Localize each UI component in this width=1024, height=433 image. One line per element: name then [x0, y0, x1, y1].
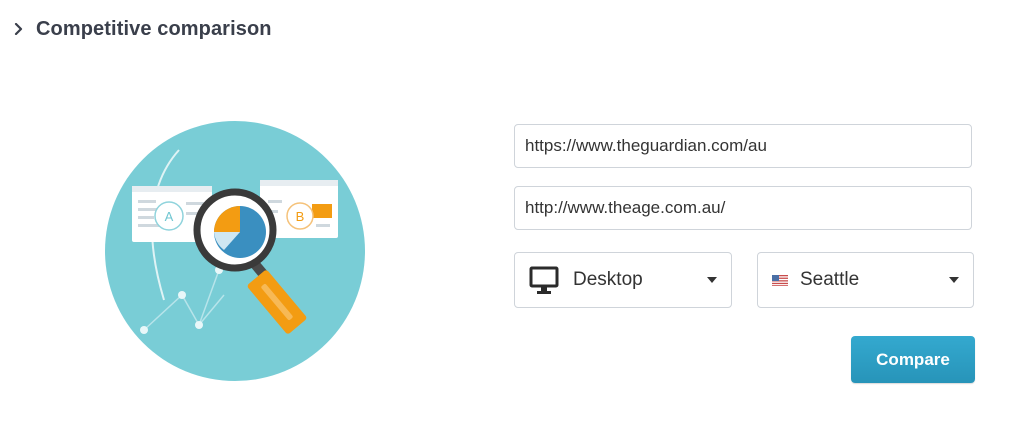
- magnifier-lens-icon: [193, 188, 277, 272]
- location-select[interactable]: Seattle: [757, 252, 974, 308]
- first-url-input[interactable]: [514, 124, 972, 168]
- comparison-illustration: A B: [104, 120, 366, 382]
- badge-b: B: [296, 209, 305, 224]
- us-flag-icon: [772, 274, 788, 286]
- desktop-monitor-icon: [529, 265, 559, 295]
- chevron-down-icon: [949, 277, 959, 283]
- chevron-right-icon[interactable]: [14, 23, 24, 35]
- device-select-value: Desktop: [573, 269, 643, 290]
- chevron-down-icon: [707, 277, 717, 283]
- second-url-input[interactable]: [514, 186, 972, 230]
- competitive-comparison-toggle[interactable]: Competitive comparison: [14, 14, 272, 44]
- compare-button[interactable]: Compare: [851, 336, 975, 383]
- badge-a: A: [165, 209, 174, 224]
- device-select[interactable]: Desktop: [514, 252, 732, 308]
- location-select-value: Seattle: [800, 269, 860, 290]
- section-title: Competitive comparison: [36, 17, 272, 40]
